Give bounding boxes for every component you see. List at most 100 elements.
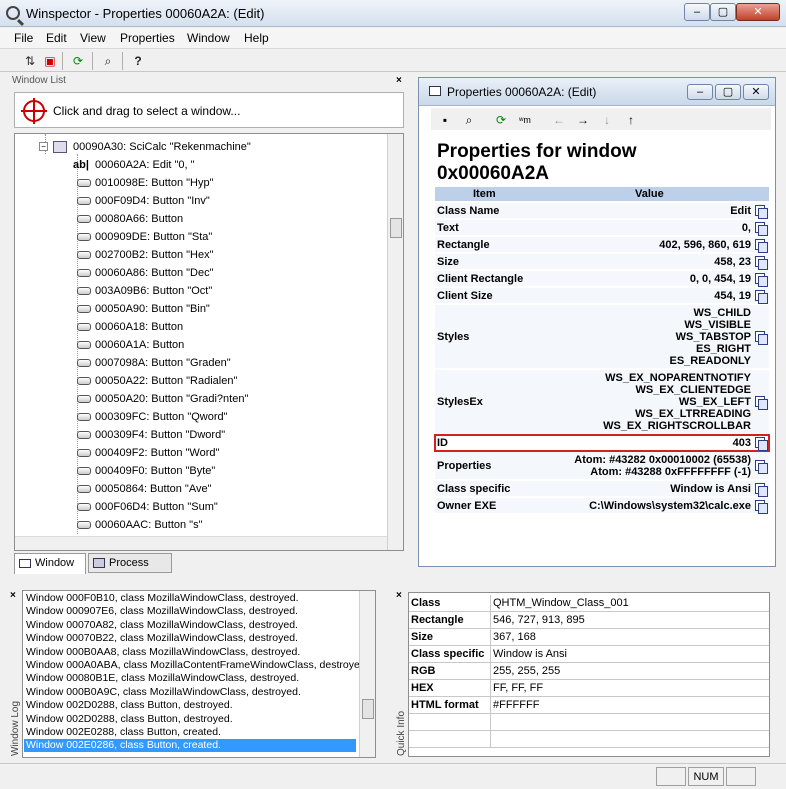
status-cell-3 xyxy=(726,767,756,786)
menu-file[interactable]: File xyxy=(14,31,33,45)
copy-icon[interactable] xyxy=(755,460,768,474)
tree-item[interactable]: 00080A66: Button xyxy=(73,210,403,228)
tree-item[interactable]: 0010098E: Button "Hyp" xyxy=(73,174,403,192)
copy-icon[interactable] xyxy=(755,222,768,236)
log-line[interactable]: Window 000B0A9C, class MozillaWindowClas… xyxy=(26,686,301,699)
log-line[interactable]: Window 002D0288, class Button, destroyed… xyxy=(26,699,233,712)
menu-window[interactable]: Window xyxy=(187,31,230,45)
find-icon[interactable]: ⌕ xyxy=(459,111,479,129)
tree-item[interactable]: 003A09B6: Button "Oct" xyxy=(73,282,403,300)
tree-item[interactable]: 002700B2: Button "Hex" xyxy=(73,246,403,264)
tree-item[interactable]: 000309F4: Button "Dword" xyxy=(73,426,403,444)
tree-item[interactable]: 000F09D4: Button "Inv" xyxy=(73,192,403,210)
tree-item[interactable]: 00060A1A: Button xyxy=(73,336,403,354)
tree-item[interactable]: 00050A90: Button "Bin" xyxy=(73,300,403,318)
quick-info-close-icon[interactable]: × xyxy=(396,590,402,601)
sort-icon[interactable]: ⇅ xyxy=(20,52,40,70)
tree-item[interactable]: 00050A22: Button "Radialen" xyxy=(73,372,403,390)
copy-icon[interactable] xyxy=(755,290,768,304)
scroll-thumb[interactable] xyxy=(390,218,402,238)
menu-properties[interactable]: Properties xyxy=(120,31,175,45)
window-log-label: Window Log xyxy=(10,700,21,756)
tree-item[interactable]: 000909DE: Button "Sta" xyxy=(73,228,403,246)
copy-icon[interactable] xyxy=(755,500,768,514)
quick-info-row: Rectangle 546, 727, 913, 895 xyxy=(409,612,769,629)
property-value: C:\Windows\system32\calc.exe xyxy=(589,500,751,512)
find-icon[interactable]: ⌕ xyxy=(98,52,118,70)
tree-item[interactable]: 00060AAC: Button "s" xyxy=(73,516,403,534)
copy-icon[interactable] xyxy=(755,483,768,497)
window-finder[interactable]: Click and drag to select a window... xyxy=(14,92,404,128)
save-icon[interactable]: ▪ xyxy=(435,111,455,129)
menu-edit[interactable]: Edit xyxy=(46,31,67,45)
tree-item[interactable]: 0007098A: Button "Graden" xyxy=(73,354,403,372)
copy-icon[interactable] xyxy=(755,437,768,451)
menu-help[interactable]: Help xyxy=(244,31,269,45)
copy-icon[interactable] xyxy=(755,239,768,253)
collapse-icon[interactable]: − xyxy=(39,142,48,151)
tree-item[interactable]: 000409F2: Button "Word" xyxy=(73,444,403,462)
window-list-tabs: Window Process xyxy=(14,553,214,574)
copy-icon[interactable] xyxy=(755,396,768,410)
refresh-icon[interactable]: ⟳ xyxy=(68,52,88,70)
log-line[interactable]: Window 000B0AA8, class MozillaWindowClas… xyxy=(26,646,300,659)
log-line[interactable]: Window 002E0288, class Button, created. xyxy=(26,726,221,739)
log-line[interactable]: Window 00070B22, class MozillaWindowClas… xyxy=(26,632,298,645)
button-icon xyxy=(77,377,91,385)
refresh-icon[interactable]: ⟳ xyxy=(491,111,511,129)
log-line[interactable]: Window 002D0288, class Button, destroyed… xyxy=(26,713,233,726)
tree-item[interactable]: 00060A18: Button xyxy=(73,318,403,336)
tab-process[interactable]: Process xyxy=(88,553,172,573)
tree-root[interactable]: − 00090A30: SciCalc "Rekenmachine" xyxy=(39,138,403,156)
help-icon[interactable]: ? xyxy=(128,52,148,70)
window-list-close-icon[interactable]: × xyxy=(396,75,402,86)
copy-icon[interactable] xyxy=(755,205,768,219)
property-value: Atom: #43282 0x00010002 (65538) Atom: #43… xyxy=(574,454,751,478)
menu-view[interactable]: View xyxy=(80,31,106,45)
props-maximize-button[interactable]: ▢ xyxy=(715,84,741,100)
tree-item[interactable]: 00060A86: Button "Dec" xyxy=(73,264,403,282)
tree-item[interactable]: 000309FC: Button "Qword" xyxy=(73,408,403,426)
log-line[interactable]: Window 00070A82, class MozillaWindowClas… xyxy=(26,619,298,632)
up-arrow-icon[interactable]: ↑ xyxy=(621,111,641,129)
tree-item[interactable]: 000409F0: Button "Byte" xyxy=(73,462,403,480)
tree-item[interactable]: 000F06D4: Button "Sum" xyxy=(73,498,403,516)
property-label: Styles xyxy=(437,330,470,343)
crosshair-icon[interactable] xyxy=(21,98,47,124)
messages-icon[interactable]: ʷm xyxy=(515,111,535,129)
forward-arrow-icon[interactable]: → xyxy=(573,111,593,129)
log-line[interactable]: Window 000907E6, class MozillaWindowClas… xyxy=(26,605,298,618)
copy-icon[interactable] xyxy=(755,273,768,287)
window-log-close-icon[interactable]: × xyxy=(10,590,16,601)
tree-item[interactable]: 00050864: Button "Ave" xyxy=(73,480,403,498)
property-label: Text xyxy=(437,221,459,234)
tree-scrollbar[interactable] xyxy=(387,134,403,550)
close-button[interactable]: ✕ xyxy=(736,3,780,21)
menu-bar: File Edit View Properties Window Help xyxy=(0,28,786,48)
log-line[interactable]: Window 002E0286, class Button, created. xyxy=(24,739,356,753)
property-row: Text 0, xyxy=(435,220,769,236)
log-line[interactable]: Window 000A0ABA, class MozillaContentFra… xyxy=(26,659,360,672)
property-label: ID xyxy=(437,436,448,449)
log-scroll-thumb[interactable] xyxy=(362,699,374,719)
props-close-button[interactable]: ✕ xyxy=(743,84,769,100)
property-value: 0, xyxy=(741,222,751,234)
back-arrow-icon[interactable]: ← xyxy=(549,111,569,129)
tree-selected[interactable]: ab| 00060A2A: Edit "0, " xyxy=(73,156,403,174)
maximize-button[interactable]: ▢ xyxy=(710,3,736,21)
properties-heading: Properties for window 0x00060A2A xyxy=(437,141,637,184)
log-line[interactable]: Window 00080B1E, class MozillaWindowClas… xyxy=(26,672,299,685)
props-minimize-button[interactable]: – xyxy=(687,84,713,100)
button-icon xyxy=(77,323,91,331)
down-arrow-icon[interactable]: ↓ xyxy=(597,111,617,129)
minimize-button[interactable]: – xyxy=(684,3,710,21)
log-line[interactable]: Window 000F0B10, class MozillaWindowClas… xyxy=(26,592,299,605)
copy-icon[interactable] xyxy=(755,331,768,345)
windows-icon[interactable]: ▣ xyxy=(40,52,60,70)
tree-item[interactable]: 00050A20: Button "Gradi?nten" xyxy=(73,390,403,408)
log-scrollbar[interactable] xyxy=(359,591,375,757)
tab-window[interactable]: Window xyxy=(14,553,86,574)
tree-hscrollbar[interactable] xyxy=(15,536,387,550)
copy-icon[interactable] xyxy=(755,256,768,270)
quick-info-row-empty xyxy=(409,714,769,731)
